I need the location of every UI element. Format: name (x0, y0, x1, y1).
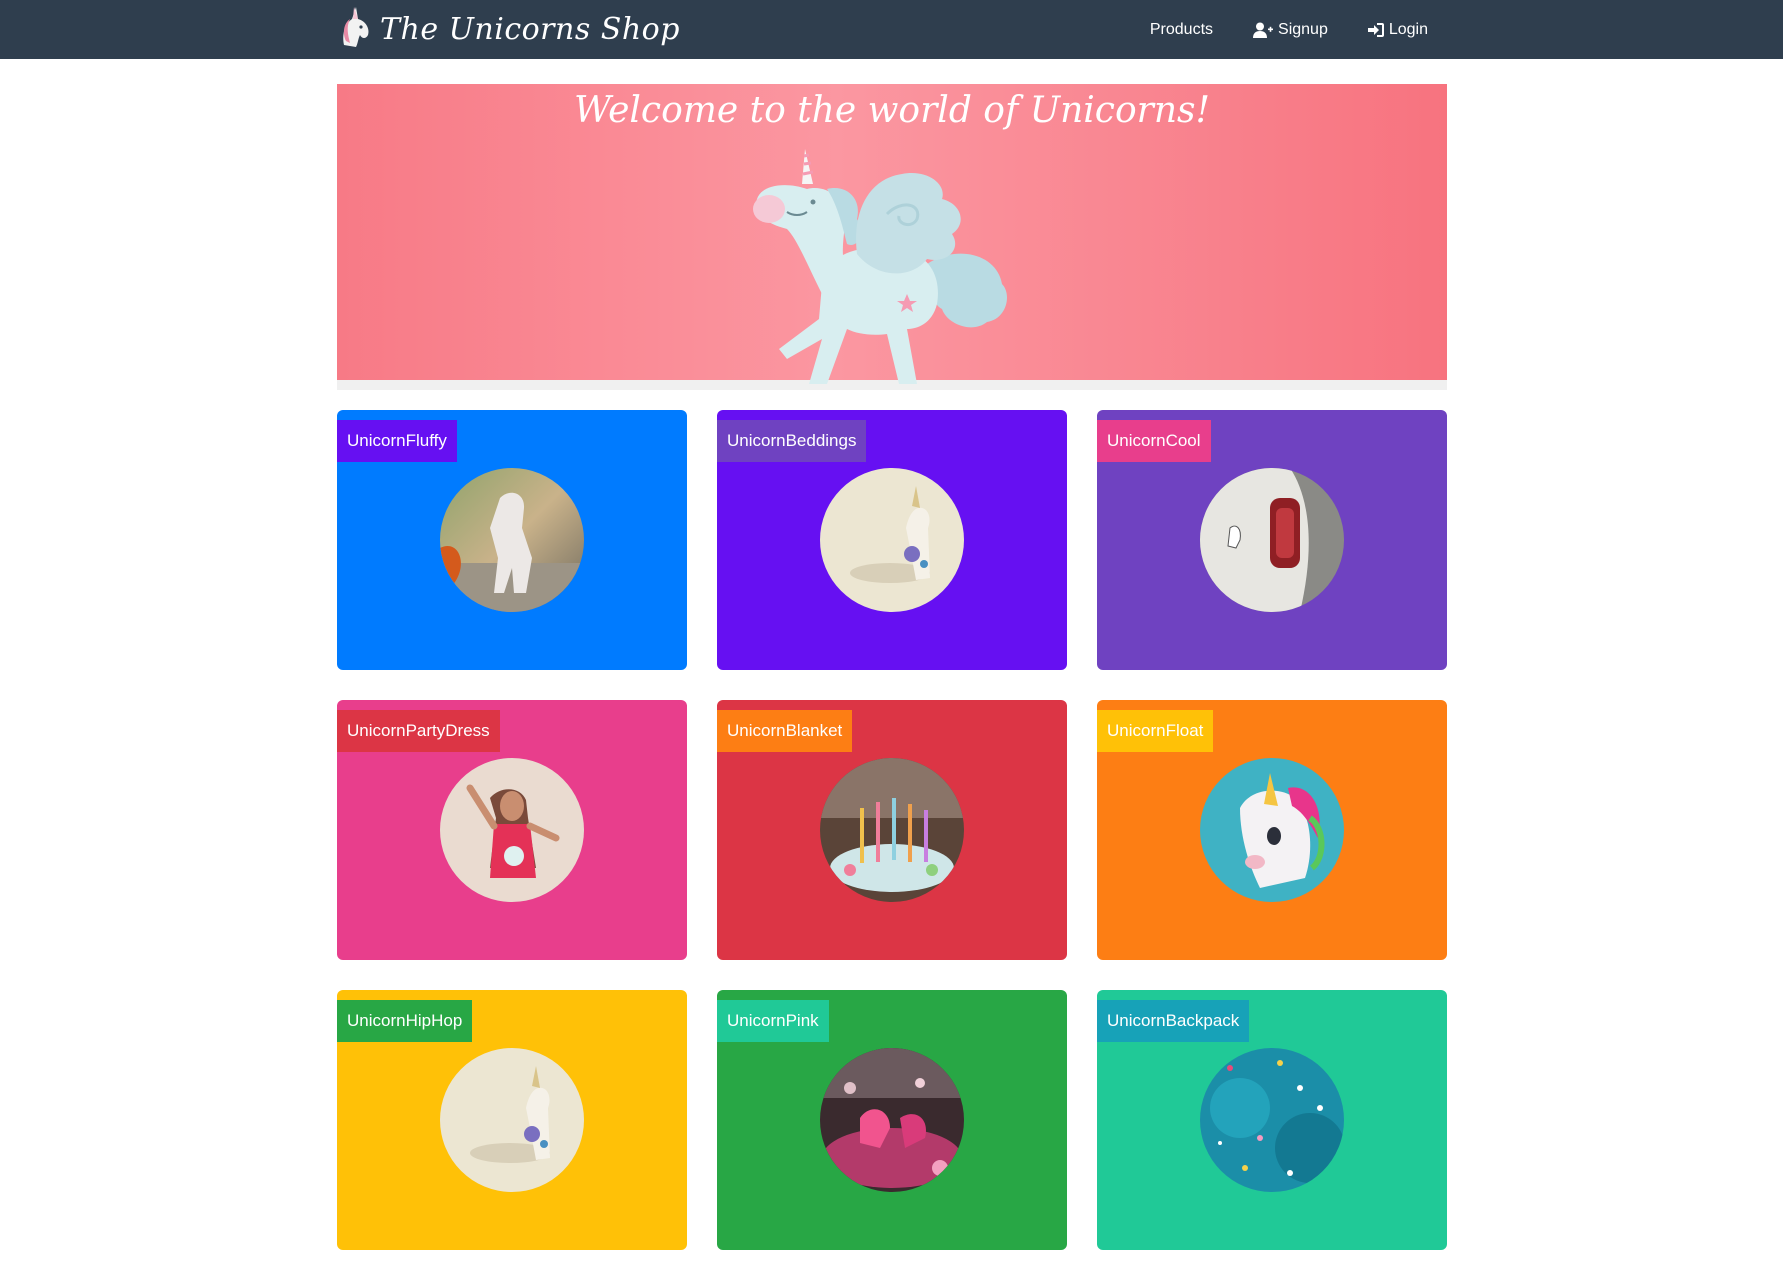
unicorn-logo-icon (336, 5, 372, 54)
unicorn-illustration-icon (727, 144, 1047, 390)
product-name-label[interactable]: UnicornPartyDress (337, 710, 500, 752)
product-image[interactable] (440, 758, 584, 902)
product-image[interactable] (820, 1048, 964, 1192)
product-card[interactable]: UnicornHipHop (337, 990, 687, 1250)
sign-in-icon (1367, 22, 1384, 37)
nav-products-label: Products (1149, 20, 1214, 38)
product-image[interactable] (440, 1048, 584, 1192)
navbar: The Unicorns Shop Products Signup Login (0, 0, 1783, 59)
product-name-label[interactable]: UnicornHipHop (337, 1000, 473, 1042)
hero-banner: Welcome to the world of Unicorns! (337, 84, 1447, 390)
product-name-label[interactable]: UnicornBackpack (1097, 1000, 1250, 1042)
product-name-label[interactable]: UnicornFluffy (337, 420, 457, 462)
product-card[interactable]: UnicornFluffy (337, 410, 687, 670)
nav-login-label: Login (1388, 20, 1428, 38)
product-image[interactable] (440, 468, 584, 612)
product-image[interactable] (820, 758, 964, 902)
product-card[interactable]: UnicornBeddings (717, 410, 1067, 670)
product-card[interactable]: UnicornPartyDress (337, 700, 687, 960)
product-name-label[interactable]: UnicornBlanket (717, 710, 853, 752)
nav-signup-label: Signup (1278, 20, 1328, 38)
product-name-label[interactable]: UnicornFloat (1097, 710, 1214, 752)
product-card[interactable]: UnicornBackpack (1097, 990, 1447, 1250)
brand-link[interactable]: The Unicorns Shop (336, 5, 680, 53)
hero-title: Welcome to the world of Unicorns! (574, 90, 1210, 131)
product-card[interactable]: UnicornPink (717, 990, 1067, 1250)
product-image[interactable] (1200, 468, 1344, 612)
product-card[interactable]: UnicornCool (1097, 410, 1447, 670)
nav-login-link[interactable]: Login (1367, 20, 1428, 39)
product-name-label[interactable]: UnicornPink (717, 1000, 829, 1042)
product-card[interactable]: UnicornFloat (1097, 700, 1447, 960)
brand-title: The Unicorns Shop (380, 11, 680, 47)
product-card[interactable]: UnicornBlanket (717, 700, 1067, 960)
nav-products-link[interactable]: Products (1150, 21, 1213, 39)
product-image[interactable] (1200, 758, 1344, 902)
nav-signup-link[interactable]: Signup (1253, 21, 1328, 39)
product-name-label[interactable]: UnicornBeddings (717, 420, 867, 462)
product-name-label[interactable]: UnicornCool (1097, 420, 1211, 462)
product-image[interactable] (1200, 1048, 1344, 1192)
nav-links: Products Signup Login (1150, 0, 1428, 59)
product-image[interactable] (820, 468, 964, 612)
user-plus-icon (1253, 22, 1274, 38)
